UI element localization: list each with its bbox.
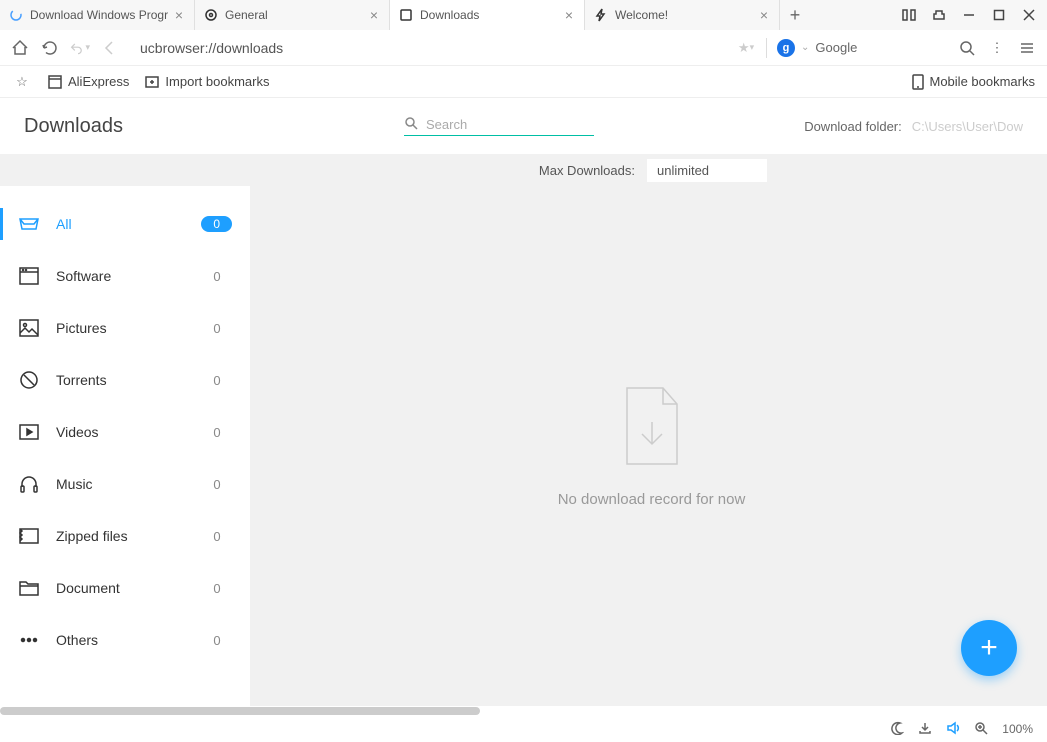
zoom-in-icon[interactable] <box>974 721 988 738</box>
scrollbar-thumb[interactable] <box>0 707 480 715</box>
more-icon <box>18 629 40 651</box>
max-downloads-label: Max Downloads: <box>539 163 635 178</box>
loading-icon <box>8 7 24 23</box>
page-title: Downloads <box>24 115 384 138</box>
bolt-icon <box>593 7 609 23</box>
search-engine-label: Google <box>815 40 857 55</box>
search-icon[interactable] <box>957 38 977 58</box>
tab-2[interactable]: General × <box>195 0 390 30</box>
cat-software[interactable]: Software0 <box>0 250 250 302</box>
star-icon[interactable]: ★ ▾ <box>736 38 756 58</box>
main-panel: No download record for now + <box>256 186 1047 706</box>
cat-document[interactable]: Document0 <box>0 562 250 614</box>
home-icon[interactable] <box>10 38 30 58</box>
cat-pictures[interactable]: Pictures0 <box>0 302 250 354</box>
tab-1[interactable]: Download Windows Progr × <box>0 0 195 30</box>
url-input[interactable]: ucbrowser://downloads <box>130 35 726 61</box>
tab-title: Welcome! <box>615 8 757 22</box>
cat-music[interactable]: Music0 <box>0 458 250 510</box>
extension-icon[interactable] <box>925 1 953 29</box>
hamburger-menu-icon[interactable] <box>1017 38 1037 58</box>
cat-videos[interactable]: Videos0 <box>0 406 250 458</box>
picture-icon <box>18 317 40 339</box>
folder-icon <box>18 577 40 599</box>
minimize-icon[interactable] <box>955 1 983 29</box>
speaker-icon[interactable] <box>946 721 960 738</box>
tab-4[interactable]: Welcome! × <box>585 0 780 30</box>
divider <box>766 38 767 58</box>
back-icon[interactable] <box>100 38 120 58</box>
close-icon[interactable]: × <box>757 8 771 22</box>
tab-title: General <box>225 8 367 22</box>
file-download-icon <box>617 384 687 473</box>
status-bar: 100% <box>0 716 1047 742</box>
cat-others[interactable]: Others0 <box>0 614 250 666</box>
bookmark-star-icon[interactable]: ☆ <box>12 72 32 92</box>
gear-icon <box>203 7 219 23</box>
google-badge-icon: g <box>777 39 795 57</box>
sub-toolbar: Max Downloads: unlimited <box>0 154 1047 186</box>
headphone-icon <box>18 473 40 495</box>
tab-title: Download Windows Progr <box>30 8 172 22</box>
video-icon <box>18 421 40 443</box>
count-badge: 0 <box>201 216 232 232</box>
category-sidebar: All0 Software0 Pictures0 Torrents0 Video… <box>0 186 250 706</box>
search-icon <box>404 116 418 133</box>
page-header: Downloads Download folder: C:\Users\User… <box>0 98 1047 154</box>
moon-icon[interactable] <box>890 721 904 738</box>
cat-all[interactable]: All0 <box>0 198 250 250</box>
bookmark-import[interactable]: Import bookmarks <box>145 74 269 89</box>
zoom-level: 100% <box>1002 722 1033 736</box>
bookmark-aliexpress[interactable]: AliExpress <box>48 74 129 89</box>
window-close-icon[interactable] <box>1015 1 1043 29</box>
undo-icon[interactable]: ▾ <box>70 38 90 58</box>
title-bar: Download Windows Progr × General × Downl… <box>0 0 1047 30</box>
nav-bar: ▾ ucbrowser://downloads ★ ▾ g ⌄ Google ⋮ <box>0 30 1047 66</box>
folder-label: Download folder: <box>804 119 902 134</box>
window-controls <box>891 0 1047 30</box>
maximize-icon[interactable] <box>985 1 1013 29</box>
inbox-icon <box>18 213 40 235</box>
panel-icon[interactable] <box>895 1 923 29</box>
search-engine-box[interactable]: g ⌄ Google <box>777 39 947 57</box>
chevron-down-icon: ⌄ <box>801 42 809 53</box>
window-icon <box>18 265 40 287</box>
reload-icon[interactable] <box>40 38 60 58</box>
max-downloads-select[interactable]: unlimited <box>647 159 767 182</box>
close-icon[interactable]: × <box>367 8 381 22</box>
new-tab-button[interactable]: + <box>780 0 810 30</box>
zip-icon <box>18 525 40 547</box>
cat-torrents[interactable]: Torrents0 <box>0 354 250 406</box>
add-download-button[interactable]: + <box>961 620 1017 676</box>
download-folder: Download folder: C:\Users\User\Dow <box>804 119 1023 134</box>
search-input[interactable] <box>426 117 576 132</box>
torrent-icon <box>18 369 40 391</box>
download-icon <box>398 7 414 23</box>
content-area: All0 Software0 Pictures0 Torrents0 Video… <box>0 186 1047 706</box>
kebab-menu-icon[interactable]: ⋮ <box>987 38 1007 58</box>
close-icon[interactable]: × <box>562 8 576 22</box>
empty-message: No download record for now <box>558 491 746 508</box>
tab-title: Downloads <box>420 8 562 22</box>
bookmarks-bar: ☆ AliExpress Import bookmarks Mobile boo… <box>0 66 1047 98</box>
bookmark-mobile[interactable]: Mobile bookmarks <box>912 74 1036 90</box>
tab-3[interactable]: Downloads × <box>390 0 585 30</box>
search-field[interactable] <box>404 116 594 136</box>
download-tray-icon[interactable] <box>918 721 932 738</box>
tab-strip: Download Windows Progr × General × Downl… <box>0 0 891 30</box>
close-icon[interactable]: × <box>172 8 186 22</box>
cat-zipped[interactable]: Zipped files0 <box>0 510 250 562</box>
folder-path[interactable]: C:\Users\User\Dow <box>912 119 1023 134</box>
